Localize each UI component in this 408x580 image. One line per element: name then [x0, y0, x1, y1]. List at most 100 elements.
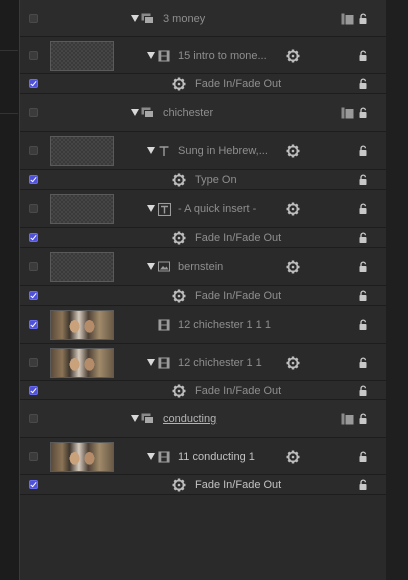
layer-name[interactable]: 12 chichester 1 1 [178, 356, 262, 370]
group-stack-icon[interactable] [341, 13, 355, 28]
layer-enable-checkbox[interactable] [29, 414, 38, 423]
film-icon [158, 319, 170, 334]
layer-enable-checkbox[interactable] [29, 385, 38, 395]
layer-name[interactable]: Type On [195, 173, 237, 187]
layer-row[interactable]: - A quick insert - [20, 190, 386, 228]
disclosure-triangle-icon[interactable] [131, 415, 139, 422]
lock-icon[interactable] [358, 145, 369, 160]
disclosure-triangle-icon[interactable] [147, 452, 155, 460]
lock-icon[interactable] [358, 413, 369, 428]
gear-icon[interactable] [286, 356, 300, 373]
lock-icon[interactable] [358, 232, 369, 247]
lock-icon[interactable] [358, 356, 369, 372]
layer-name[interactable]: 11 conducting 1 [178, 450, 255, 464]
disclosure-triangle-icon[interactable] [147, 147, 155, 154]
lock-icon[interactable] [358, 319, 369, 334]
gear-icon[interactable] [286, 260, 300, 277]
behavior-row[interactable]: Fade In/Fade Out [20, 381, 386, 400]
layer-name[interactable]: Sung in Hebrew,... [178, 144, 268, 158]
lock-icon[interactable] [358, 261, 369, 276]
disclosure-triangle-icon[interactable] [147, 51, 155, 59]
film-icon [158, 450, 170, 466]
layer-enable-checkbox[interactable] [29, 175, 38, 184]
gear-icon[interactable] [286, 144, 300, 161]
disclosure-triangle-icon[interactable] [147, 205, 155, 212]
group-row[interactable]: 3 money [20, 0, 386, 37]
layer-row[interactable]: 12 chichester 1 1 1 [20, 306, 386, 344]
behavior-gear-icon [172, 77, 186, 94]
layer-enable-checkbox[interactable] [29, 79, 38, 88]
group-stack-icon[interactable] [341, 413, 355, 428]
layer-name[interactable]: - A quick insert - [178, 202, 256, 216]
disclosure-triangle-icon[interactable] [147, 358, 155, 366]
scrollbar-track[interactable] [386, 0, 408, 580]
layer-thumbnail [50, 252, 114, 282]
layer-row[interactable]: bernstein [20, 248, 386, 286]
layer-row[interactable]: Sung in Hebrew,... [20, 132, 386, 170]
layer-enable-checkbox[interactable] [29, 262, 38, 271]
group-icon [141, 13, 155, 28]
layer-name[interactable]: Fade In/Fade Out [195, 289, 281, 303]
layer-thumbnail [50, 347, 114, 378]
lock-icon[interactable] [358, 290, 369, 305]
layer-row[interactable]: 11 conducting 1 [20, 438, 386, 475]
layer-name[interactable]: Fade In/Fade Out [195, 77, 281, 91]
group-row[interactable]: conducting [20, 400, 386, 438]
layer-thumbnail [50, 441, 114, 472]
layer-name[interactable]: 12 chichester 1 1 1 [178, 318, 271, 332]
image-icon [158, 261, 170, 275]
layer-enable-checkbox[interactable] [29, 146, 38, 155]
disclosure-triangle-icon[interactable] [147, 263, 155, 270]
text-icon [158, 145, 170, 160]
layer-enable-checkbox[interactable] [29, 50, 38, 60]
behavior-row[interactable]: Fade In/Fade Out [20, 74, 386, 94]
lock-icon[interactable] [358, 450, 369, 466]
layer-enable-checkbox[interactable] [29, 291, 38, 300]
gutter-divider [0, 50, 18, 51]
behavior-row[interactable]: Fade In/Fade Out [20, 286, 386, 306]
behavior-gear-icon [172, 289, 186, 306]
lock-icon[interactable] [358, 384, 369, 400]
layer-thumbnail [50, 136, 114, 166]
layer-name[interactable]: 15 intro to mone... [178, 49, 267, 63]
disclosure-triangle-icon[interactable] [131, 14, 139, 22]
layer-name[interactable]: 3 money [163, 12, 205, 26]
layer-enable-checkbox[interactable] [29, 451, 38, 461]
lock-icon[interactable] [358, 49, 369, 65]
layer-enable-checkbox[interactable] [29, 108, 38, 117]
layer-enable-checkbox[interactable] [29, 204, 38, 213]
gear-icon[interactable] [286, 202, 300, 219]
layer-name[interactable]: conducting [163, 412, 216, 426]
layer-name[interactable]: Fade In/Fade Out [195, 231, 281, 245]
gear-icon[interactable] [286, 49, 300, 66]
lock-icon[interactable] [358, 174, 369, 189]
layer-name[interactable]: chichester [163, 106, 213, 120]
group-row[interactable]: chichester [20, 94, 386, 132]
layer-name[interactable]: Fade In/Fade Out [195, 478, 281, 492]
layer-row[interactable]: 12 chichester 1 1 [20, 344, 386, 381]
behavior-gear-icon [172, 173, 186, 190]
layer-enable-checkbox[interactable] [29, 233, 38, 242]
lock-icon[interactable] [358, 78, 369, 93]
lock-icon[interactable] [358, 203, 369, 218]
layer-enable-checkbox[interactable] [29, 320, 38, 329]
lock-icon[interactable] [358, 12, 369, 28]
film-icon [158, 49, 170, 65]
layer-enable-checkbox[interactable] [29, 13, 38, 23]
behavior-gear-icon [172, 478, 186, 495]
layer-row[interactable]: 15 intro to mone... [20, 37, 386, 74]
behavior-gear-icon [172, 384, 186, 401]
layer-enable-checkbox[interactable] [29, 480, 38, 489]
behavior-row[interactable]: Fade In/Fade Out [20, 475, 386, 495]
lock-icon[interactable] [358, 107, 369, 122]
behavior-row[interactable]: Type On [20, 170, 386, 190]
layer-name[interactable]: bernstein [178, 260, 223, 274]
lock-icon[interactable] [358, 479, 369, 494]
behavior-row[interactable]: Fade In/Fade Out [20, 228, 386, 248]
disclosure-triangle-icon[interactable] [131, 109, 139, 116]
layer-enable-checkbox[interactable] [29, 357, 38, 367]
group-stack-icon[interactable] [341, 107, 355, 122]
layer-name[interactable]: Fade In/Fade Out [195, 384, 281, 398]
gear-icon[interactable] [286, 450, 300, 467]
group-icon [141, 107, 155, 122]
